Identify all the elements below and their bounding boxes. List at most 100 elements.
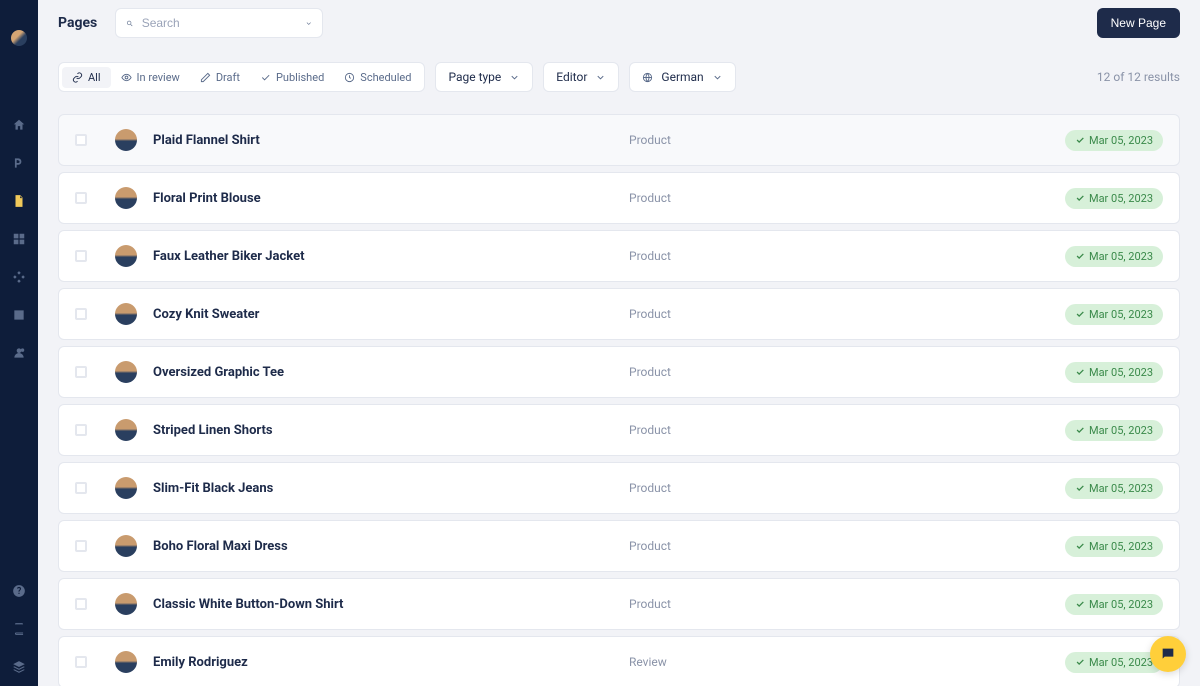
chat-icon [1160,646,1176,662]
row-type: Product [629,307,1049,321]
nav-help[interactable] [0,572,38,610]
toolbar: All In review Draft Published Scheduled … [58,62,1180,92]
search-input[interactable] [142,16,297,30]
chevron-down-icon [509,72,520,83]
row-checkbox[interactable] [75,192,87,204]
list-row[interactable]: Striped Linen Shorts Product Mar 05, 202… [58,404,1180,456]
question-icon [12,584,26,598]
row-title: Faux Leather Biker Jacket [153,249,613,264]
blog-icon [12,156,26,170]
row-title: Slim-Fit Black Jeans [153,481,613,496]
row-checkbox[interactable] [75,366,87,378]
row-avatar [115,303,137,325]
row-title: Cozy Knit Sweater [153,307,613,322]
nav-media[interactable] [0,296,38,334]
row-checkbox[interactable] [75,482,87,494]
list-row[interactable]: Boho Floral Maxi Dress Product Mar 05, 2… [58,520,1180,572]
row-type: Product [629,539,1049,553]
clock-icon [344,72,355,83]
status-date: Mar 05, 2023 [1089,540,1153,553]
check-icon [260,72,271,83]
list-row[interactable]: Classic White Button-Down Shirt Product … [58,578,1180,630]
filter-in-review[interactable]: In review [111,67,190,88]
nav-layers[interactable] [0,648,38,686]
list-row[interactable]: Faux Leather Biker Jacket Product Mar 05… [58,230,1180,282]
status-date: Mar 05, 2023 [1089,482,1153,495]
check-icon [1075,599,1085,609]
check-icon [1075,193,1085,203]
list-row[interactable]: Slim-Fit Black Jeans Product Mar 05, 202… [58,462,1180,514]
list-row[interactable]: Plaid Flannel Shirt Product Mar 05, 2023 [58,114,1180,166]
status-badge: Mar 05, 2023 [1065,594,1163,615]
row-title: Classic White Button-Down Shirt [153,597,613,612]
row-type: Review [629,655,1049,669]
book-icon [12,622,26,636]
row-title: Emily Rodriguez [153,655,613,670]
row-type: Product [629,597,1049,611]
check-icon [1075,367,1085,377]
page-type-dropdown[interactable]: Page type [435,62,533,92]
status-date: Mar 05, 2023 [1089,366,1153,379]
row-checkbox[interactable] [75,598,87,610]
status-date: Mar 05, 2023 [1089,308,1153,321]
sidebar [0,0,38,686]
list-row[interactable]: Emily Rodriguez Review Mar 05, 2023 [58,636,1180,686]
row-checkbox[interactable] [75,424,87,436]
row-checkbox[interactable] [75,656,87,668]
list-row[interactable]: Cozy Knit Sweater Product Mar 05, 2023 [58,288,1180,340]
status-badge: Mar 05, 2023 [1065,536,1163,557]
check-icon [1075,483,1085,493]
nav-templates[interactable] [0,220,38,258]
row-checkbox[interactable] [75,134,87,146]
row-type: Product [629,191,1049,205]
row-type: Product [629,133,1049,147]
intercom-launcher[interactable] [1150,636,1186,672]
row-avatar [115,245,137,267]
row-checkbox[interactable] [75,250,87,262]
status-badge: Mar 05, 2023 [1065,188,1163,209]
row-title: Oversized Graphic Tee [153,365,613,380]
status-date: Mar 05, 2023 [1089,250,1153,263]
chevron-down-icon [595,72,606,83]
check-icon [1075,135,1085,145]
row-avatar [115,419,137,441]
status-date: Mar 05, 2023 [1089,134,1153,147]
language-dropdown[interactable]: German [629,62,735,92]
pages-list: Plaid Flannel Shirt Product Mar 05, 2023… [58,114,1180,686]
nav-pages[interactable] [0,182,38,220]
row-title: Boho Floral Maxi Dress [153,539,613,554]
row-type: Product [629,365,1049,379]
status-badge: Mar 05, 2023 [1065,246,1163,267]
row-title: Striped Linen Shorts [153,423,613,438]
new-page-button[interactable]: New Page [1097,8,1180,38]
filter-published[interactable]: Published [250,67,334,88]
row-checkbox[interactable] [75,540,87,552]
check-icon [1075,541,1085,551]
search-box[interactable] [115,8,323,38]
row-avatar [115,129,137,151]
row-avatar [115,361,137,383]
status-date: Mar 05, 2023 [1089,424,1153,437]
nav-home[interactable] [0,106,38,144]
row-avatar [115,477,137,499]
layers-icon [12,660,26,674]
filter-all[interactable]: All [62,67,111,88]
filter-draft[interactable]: Draft [190,67,250,88]
editor-dropdown[interactable]: Editor [543,62,619,92]
status-badge: Mar 05, 2023 [1065,304,1163,325]
status-badge: Mar 05, 2023 [1065,130,1163,151]
filter-scheduled[interactable]: Scheduled [334,67,421,88]
nav-team[interactable] [0,334,38,372]
row-avatar [115,651,137,673]
row-avatar [115,535,137,557]
user-avatar[interactable] [11,30,27,46]
row-checkbox[interactable] [75,308,87,320]
list-row[interactable]: Floral Print Blouse Product Mar 05, 2023 [58,172,1180,224]
status-date: Mar 05, 2023 [1089,598,1153,611]
nav-components[interactable] [0,258,38,296]
nav-blog[interactable] [0,144,38,182]
status-badge: Mar 05, 2023 [1065,362,1163,383]
nav-docs[interactable] [0,610,38,648]
team-icon [12,346,26,360]
list-row[interactable]: Oversized Graphic Tee Product Mar 05, 20… [58,346,1180,398]
